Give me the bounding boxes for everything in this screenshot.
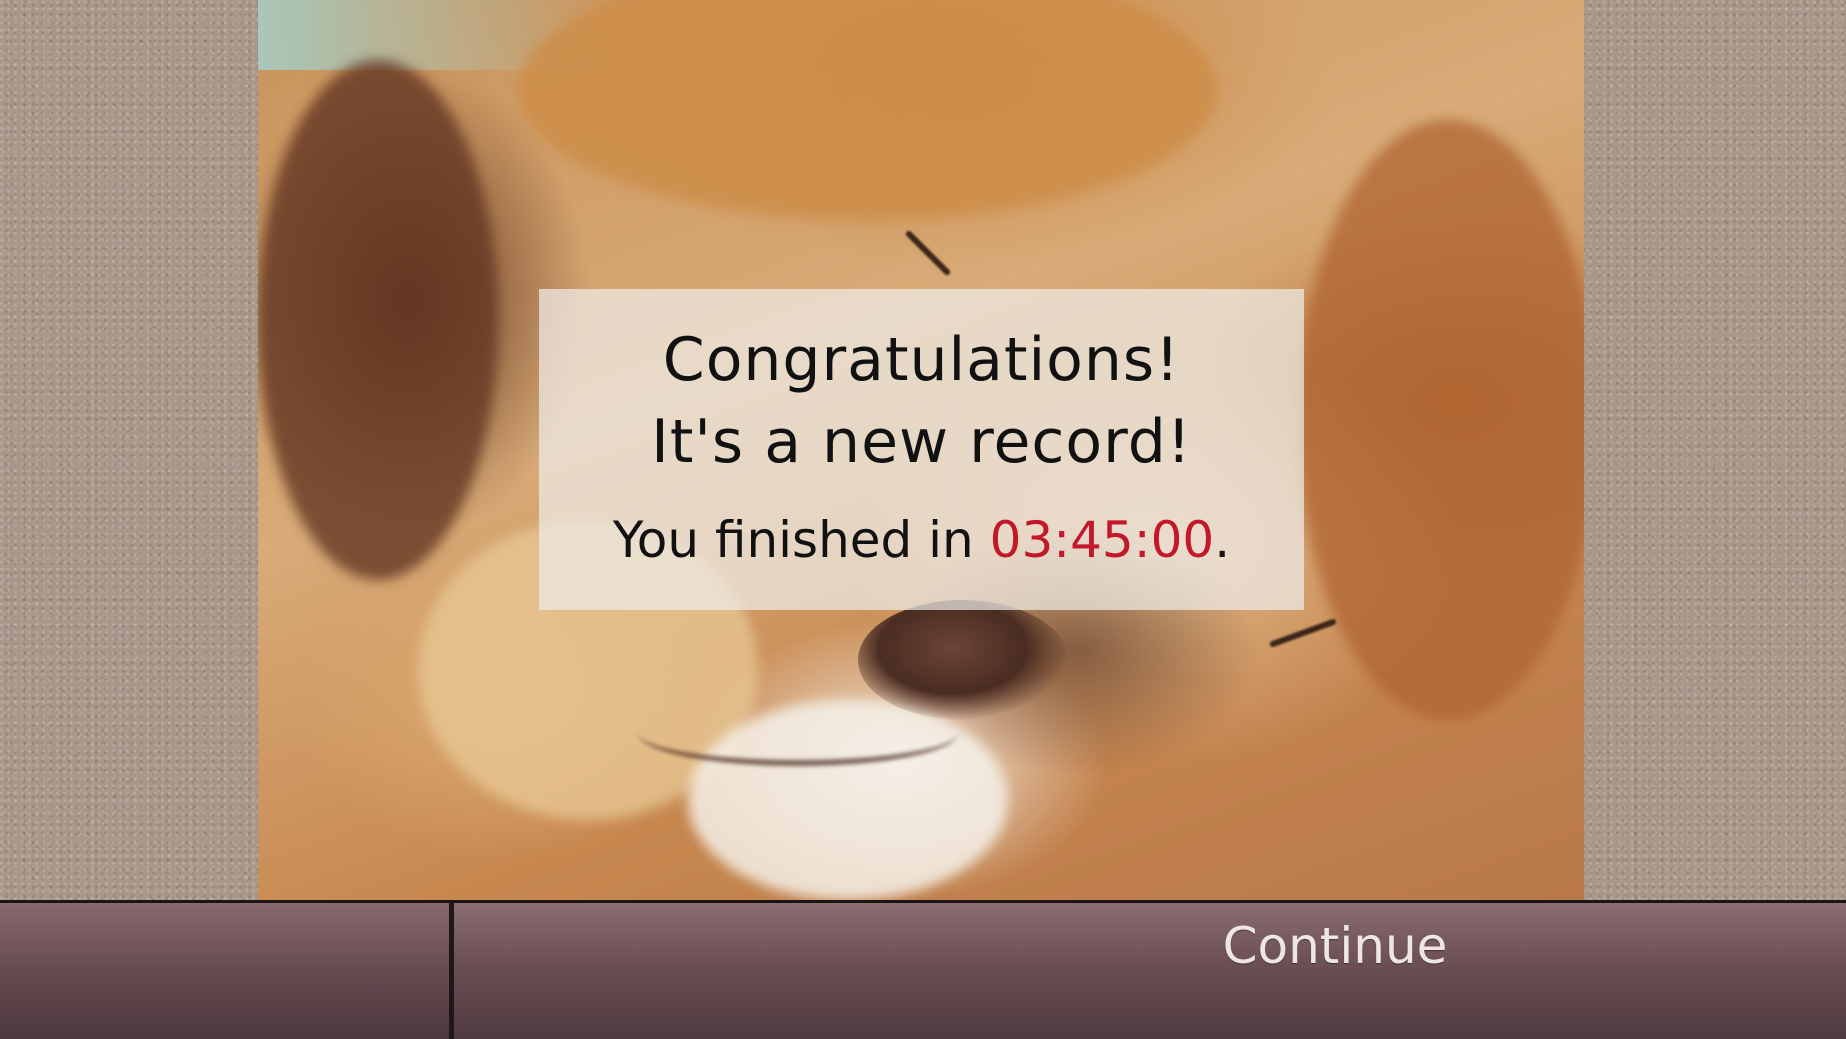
finish-time-message: You finished in 03:45:00. [539, 509, 1304, 571]
finish-time-suffix: . [1214, 511, 1231, 569]
congratulations-heading: Congratulations! [662, 325, 1181, 395]
photo-mane-right [1298, 120, 1584, 720]
photo-eye-closed-right [1269, 618, 1337, 648]
finish-time-value: 03:45:00 [989, 511, 1215, 569]
finish-time-prefix: You finished in [612, 511, 990, 569]
photo-lion-mouth [638, 700, 958, 766]
continue-button-label: Continue [1222, 917, 1448, 975]
photo-mane-dark [258, 60, 498, 580]
bottom-bar-left-pane [0, 903, 454, 1039]
photo-mane-top [518, 0, 1218, 220]
continue-button[interactable]: Continue [454, 903, 1846, 1039]
bottom-bar: Continue [0, 900, 1846, 1039]
game-screen: Congratulations! It's a new record! You … [0, 0, 1846, 1039]
photo-eye-closed [904, 229, 952, 277]
new-record-heading: It's a new record! [651, 407, 1192, 477]
new-record-dialog: Congratulations! It's a new record! You … [539, 289, 1304, 610]
